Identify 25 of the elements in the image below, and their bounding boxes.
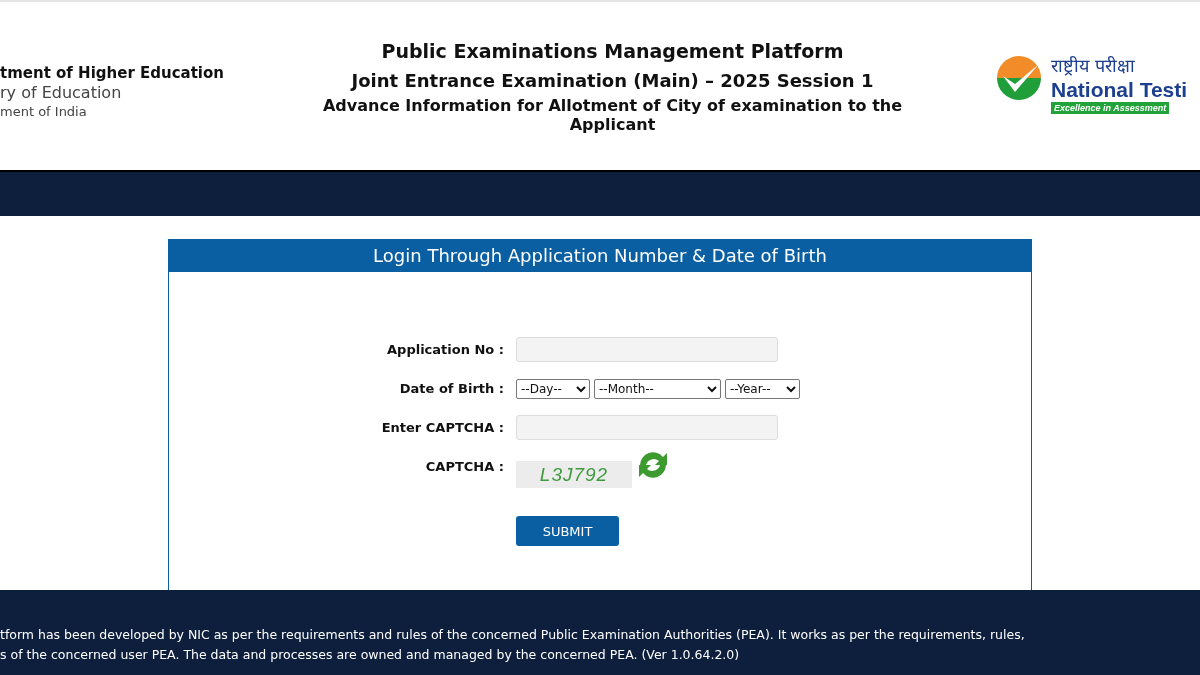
field-label: CAPTCHA : bbox=[425, 459, 504, 474]
refresh-icon[interactable] bbox=[636, 449, 670, 481]
input-field[interactable] bbox=[516, 415, 778, 440]
field-label: Application No : bbox=[387, 342, 504, 357]
ministry-name: ment of India bbox=[0, 103, 88, 121]
checkmark-logo-icon bbox=[995, 54, 1043, 102]
date-dropdown[interactable]: --Month-- bbox=[594, 378, 721, 399]
footer-text: tform has been developed by NIC as per the requirements and rules of the concerned Public Examination Authorities (PEA). It works as per the requirements, rules, bbox=[0, 626, 1026, 644]
field-label: Date of Birth : bbox=[399, 381, 504, 396]
field-label: Enter CAPTCHA : bbox=[381, 420, 504, 435]
ministry-name: ry of Education bbox=[0, 83, 123, 102]
page-title: Public Examinations Management Platform bbox=[381, 39, 844, 64]
date-dropdown[interactable]: --Day-- bbox=[516, 378, 590, 399]
card-title: Login Through Application Number & Date of Birth bbox=[169, 240, 1031, 272]
page-title: Advance Information for Allotment of City of examination to the Applicant bbox=[321, 96, 904, 134]
input-field[interactable] bbox=[516, 337, 778, 362]
submit-button[interactable]: SUBMIT bbox=[516, 516, 619, 546]
page-title: Joint Entrance Examination (Main) – 2025 Session 1 bbox=[351, 69, 874, 93]
footer-text: s of the concerned user PEA. The data and processes are owned and managed by the concerned PEA. (Ver 1.0.64.2.0) bbox=[0, 646, 741, 664]
ministry-name: tment of Higher Education bbox=[0, 64, 225, 83]
agency-name: National Testi bbox=[1051, 78, 1188, 102]
agency-tagline: Excellence in Assessment bbox=[1051, 102, 1170, 114]
captcha-image: L3J792 bbox=[516, 461, 632, 488]
agency-name-hindi: राष्ट्रीय परीक्षा bbox=[1051, 54, 1136, 78]
date-dropdown[interactable]: --Year-- bbox=[725, 378, 800, 399]
